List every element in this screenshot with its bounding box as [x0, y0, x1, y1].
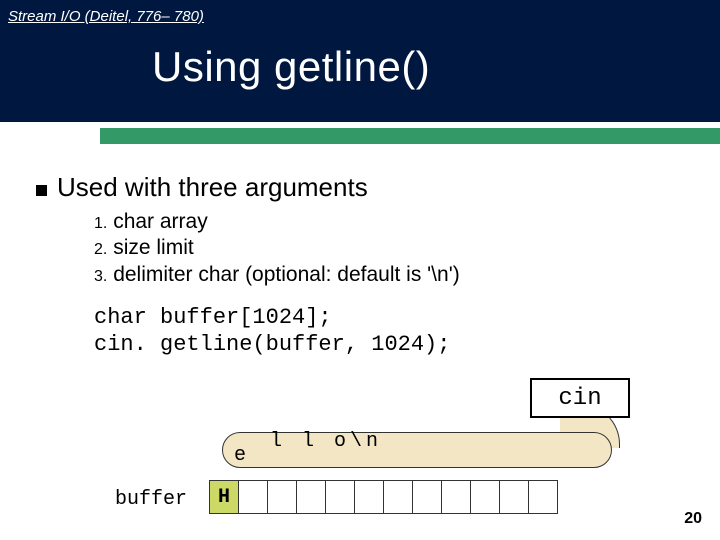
slide-header: Stream I/O (Deitel, 776– 780) Using getl…: [0, 0, 720, 122]
buffer-cell: [325, 480, 355, 514]
bullet-text: Used with three arguments: [57, 172, 368, 203]
cin-box: cin: [530, 378, 630, 418]
buffer-cell: [412, 480, 442, 514]
buffer-cell: [383, 480, 413, 514]
list-item: 3. delimiter char (optional: default is …: [94, 262, 684, 288]
stream-diagram: cin e l l o\n buffer H: [0, 370, 720, 540]
buffer-cell: [499, 480, 529, 514]
buffer-cell: [296, 480, 326, 514]
buffer-cell: [528, 480, 558, 514]
buffer-array: H: [210, 480, 558, 514]
buffer-label: buffer: [115, 488, 187, 511]
code-line: cin. getline(buffer, 1024);: [94, 331, 684, 359]
buffer-cell: [267, 480, 297, 514]
accent-bar: [100, 128, 720, 144]
stream-chars: l l o\n: [270, 430, 382, 453]
stream-char: e: [234, 444, 246, 467]
slide-title: Using getline(): [0, 25, 720, 91]
code-example: char buffer[1024]; cin. getline(buffer, …: [94, 304, 684, 359]
bullet-icon: [36, 185, 47, 196]
buffer-cell: [441, 480, 471, 514]
buffer-cell: [354, 480, 384, 514]
slide-content: Used with three arguments 1. char array …: [0, 144, 720, 359]
page-number: 20: [684, 510, 702, 528]
list-item: 1. char array: [94, 209, 684, 235]
buffer-cell: [238, 480, 268, 514]
numbered-list: 1. char array 2. size limit 3. delimiter…: [94, 209, 684, 288]
breadcrumb: Stream I/O (Deitel, 776– 780): [0, 0, 720, 25]
code-line: char buffer[1024];: [94, 304, 684, 332]
buffer-cell: H: [209, 480, 239, 514]
list-item: 2. size limit: [94, 235, 684, 261]
buffer-cell: [470, 480, 500, 514]
bullet-item: Used with three arguments: [36, 172, 684, 203]
